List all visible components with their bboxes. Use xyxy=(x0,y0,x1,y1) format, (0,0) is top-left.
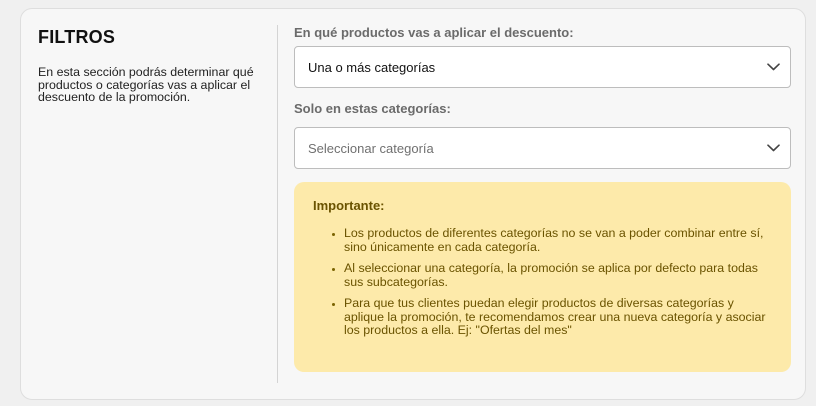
important-notice: Importante: Los productos de diferentes … xyxy=(294,182,791,372)
products-select[interactable]: Una o más categorías xyxy=(294,46,791,88)
list-item: Para que tus clientes puedan elegir prod… xyxy=(344,296,773,338)
list-item: Al seleccionar una categoría, la promoci… xyxy=(344,261,773,289)
section-intro: FILTROS En esta sección podrás determina… xyxy=(38,27,263,104)
section-description: En esta sección podrás determinar qué pr… xyxy=(38,65,254,104)
categories-select[interactable]: Seleccionar categoría xyxy=(294,127,791,169)
products-select-value: Una o más categorías xyxy=(308,59,436,75)
categories-select-placeholder: Seleccionar categoría xyxy=(308,140,434,156)
filters-card: FILTROS En esta sección podrás determina… xyxy=(20,8,806,400)
categories-field-label: Solo en estas categorías: xyxy=(294,101,451,116)
products-field-label: En qué productos vas a aplicar el descue… xyxy=(294,25,574,40)
notice-title: Importante: xyxy=(313,198,385,213)
list-item: Los productos de diferentes categorías n… xyxy=(344,226,773,254)
chevron-down-icon xyxy=(766,60,780,74)
section-title: FILTROS xyxy=(38,27,116,47)
chevron-down-icon xyxy=(766,141,780,155)
vertical-divider xyxy=(277,25,278,383)
notice-list: Los productos de diferentes categorías n… xyxy=(313,226,773,338)
